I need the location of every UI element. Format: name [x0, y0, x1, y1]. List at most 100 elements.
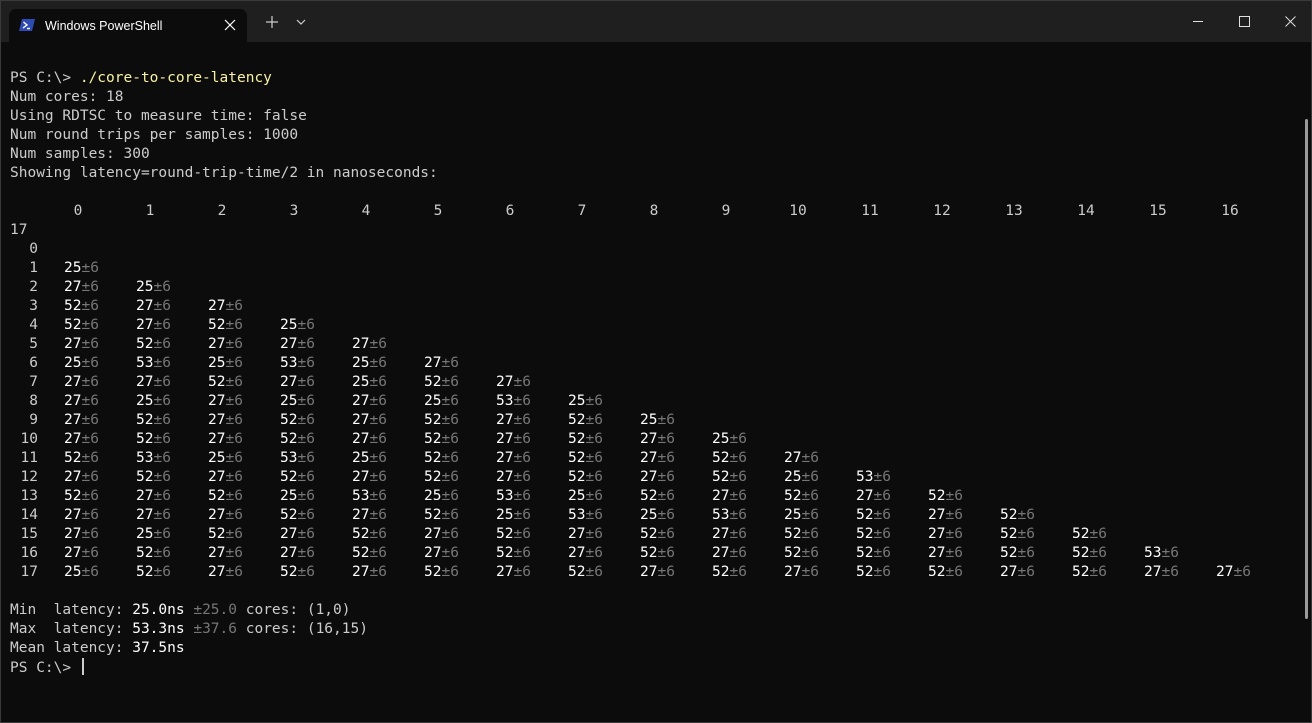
latency-cell: 52±6: [784, 525, 819, 544]
row-label: 11: [20, 450, 38, 466]
latency-value: 25: [424, 488, 442, 504]
latency-uncertainty: ±6: [657, 431, 675, 447]
tab-windows-powershell[interactable]: Windows PowerShell: [9, 9, 247, 42]
info-line: Showing latency=round-trip-time/2 in nan…: [10, 165, 438, 181]
mean-latency-line: Mean latency: 37.5ns: [10, 639, 185, 658]
latency-cell: 52±6: [712, 563, 747, 582]
latency-cell: 27±6: [424, 544, 459, 563]
chevron-down-icon[interactable]: [292, 13, 310, 31]
latency-value: 52: [136, 336, 154, 352]
latency-value: 25: [784, 507, 802, 523]
latency-cell: 27±6: [784, 563, 819, 582]
latency-uncertainty: ±6: [81, 431, 99, 447]
latency-uncertainty: ±6: [657, 412, 675, 428]
latency-cell: 52±6: [280, 430, 315, 449]
latency-cell: 52±6: [64, 449, 99, 468]
latency-value: 52: [928, 564, 946, 580]
latency-uncertainty: ±6: [1089, 526, 1107, 542]
latency-cell: 25±6: [280, 316, 315, 335]
row-label: 0: [29, 241, 38, 257]
latency-uncertainty: ±6: [81, 374, 99, 390]
latency-cell: 53±6: [496, 392, 531, 411]
latency-uncertainty: ±6: [441, 412, 459, 428]
latency-value: 27: [856, 488, 874, 504]
latency-uncertainty: ±6: [81, 336, 99, 352]
minimize-button[interactable]: [1175, 1, 1221, 42]
latency-value: 27: [640, 450, 658, 466]
latency-uncertainty: ±6: [873, 507, 891, 523]
latency-cell: 52±6: [136, 411, 171, 430]
latency-cell: 27±6: [208, 544, 243, 563]
close-window-button[interactable]: [1267, 1, 1312, 42]
latency-value: 27: [208, 431, 226, 447]
console-output[interactable]: PS C:\> ./core-to-core-latency Num cores…: [10, 69, 1300, 709]
latency-value: 52: [712, 564, 730, 580]
mean-label: Mean latency:: [10, 640, 133, 656]
latency-uncertainty: ±6: [585, 431, 603, 447]
latency-uncertainty: ±6: [297, 488, 315, 504]
latency-uncertainty: ±6: [513, 450, 531, 466]
latency-value: 27: [208, 469, 226, 485]
latency-value: 52: [856, 526, 874, 542]
scrollbar[interactable]: [1305, 119, 1308, 619]
latency-value: 25: [64, 355, 82, 371]
latency-uncertainty: ±6: [657, 545, 675, 561]
latency-cell: 25±6: [136, 525, 171, 544]
latency-uncertainty: ±6: [585, 450, 603, 466]
latency-uncertainty: ±6: [369, 545, 387, 561]
latency-cell: 27±6: [352, 563, 387, 582]
latency-uncertainty: ±6: [225, 450, 243, 466]
row-label: 2: [29, 279, 38, 295]
latency-value: 27: [424, 545, 442, 561]
latency-uncertainty: ±6: [441, 526, 459, 542]
latency-value: 52: [1000, 507, 1018, 523]
latency-value: 27: [208, 564, 226, 580]
latency-cell: 27±6: [640, 468, 675, 487]
latency-cell: 27±6: [280, 544, 315, 563]
prompt: PS C:\>: [10, 70, 80, 86]
latency-value: 52: [424, 564, 442, 580]
latency-cell: 52±6: [1000, 525, 1035, 544]
maximize-button[interactable]: [1221, 1, 1267, 42]
latency-uncertainty: ±6: [513, 393, 531, 409]
latency-value: 27: [64, 393, 82, 409]
latency-value: 27: [208, 336, 226, 352]
latency-uncertainty: ±6: [1017, 564, 1035, 580]
latency-uncertainty: ±6: [1089, 564, 1107, 580]
latency-uncertainty: ±6: [657, 469, 675, 485]
latency-value: 27: [136, 317, 154, 333]
row-label: 3: [29, 298, 38, 314]
latency-uncertainty: ±6: [81, 355, 99, 371]
latency-cell: 52±6: [136, 430, 171, 449]
latency-cell: 27±6: [640, 563, 675, 582]
latency-value: 52: [424, 412, 442, 428]
latency-uncertainty: ±6: [153, 393, 171, 409]
latency-cell: 27±6: [208, 430, 243, 449]
latency-cell: 25±6: [568, 392, 603, 411]
latency-value: 27: [928, 545, 946, 561]
latency-value: 27: [280, 374, 298, 390]
latency-cell: 52±6: [424, 563, 459, 582]
latency-value: 27: [208, 393, 226, 409]
column-header: 16: [1221, 203, 1239, 219]
latency-cell: 52±6: [1072, 563, 1107, 582]
latency-value: 27: [352, 336, 370, 352]
latency-value: 52: [208, 374, 226, 390]
latency-cell: 52±6: [280, 411, 315, 430]
latency-value: 52: [568, 564, 586, 580]
latency-uncertainty: ±6: [81, 393, 99, 409]
row-label: 12: [20, 469, 38, 485]
latency-cell: 52±6: [712, 449, 747, 468]
close-tab-icon[interactable]: [223, 18, 237, 32]
latency-value: 27: [208, 412, 226, 428]
latency-value: 52: [136, 431, 154, 447]
latency-uncertainty: ±6: [225, 412, 243, 428]
latency-value: 25: [64, 564, 82, 580]
latency-value: 52: [1072, 545, 1090, 561]
tab-title: Windows PowerShell: [45, 19, 163, 33]
new-tab-plus-icon[interactable]: [263, 13, 281, 31]
terminal-window: Windows PowerShell PS C:\> ./core-to-cor…: [0, 0, 1312, 723]
latency-value: 27: [280, 336, 298, 352]
latency-value: 52: [280, 469, 298, 485]
row-label: 16: [20, 545, 38, 561]
